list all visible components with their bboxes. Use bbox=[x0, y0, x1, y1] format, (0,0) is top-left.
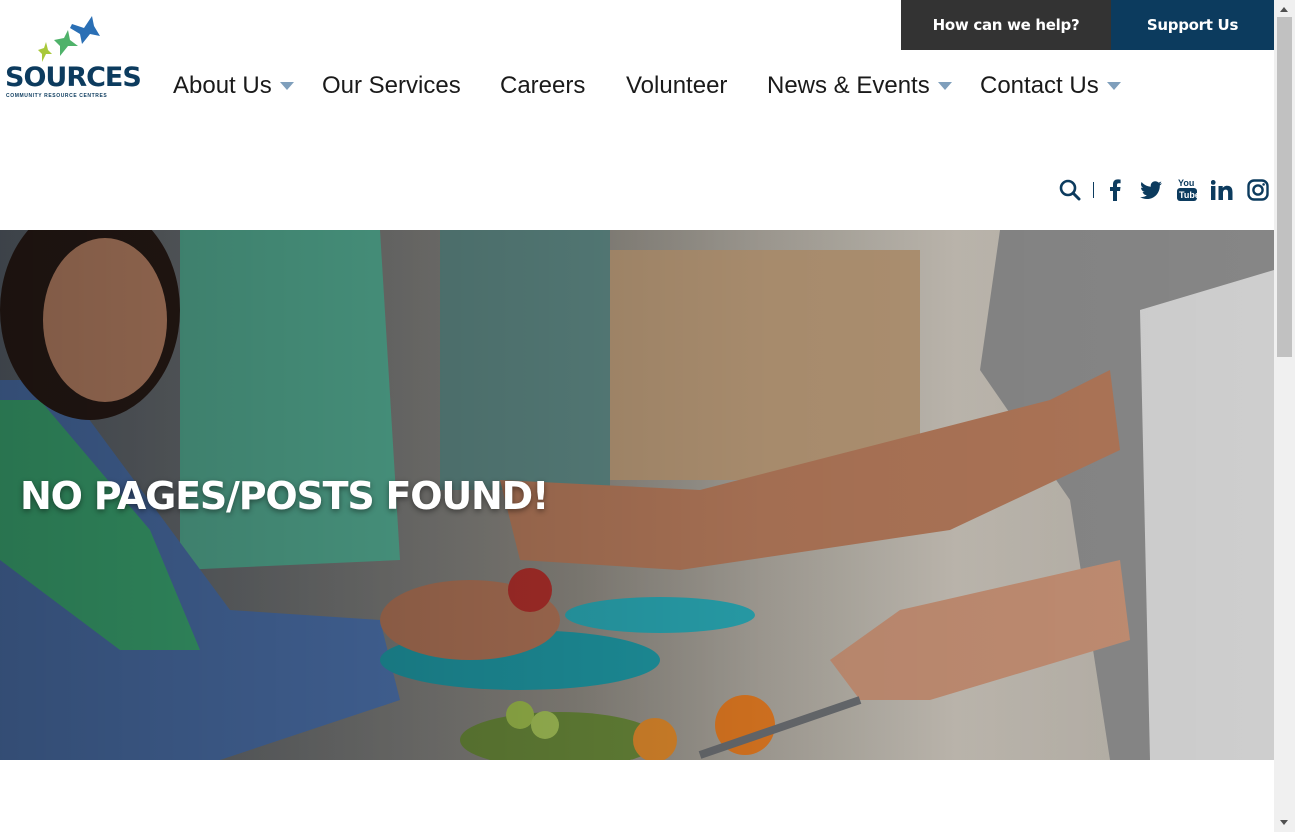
divider bbox=[1093, 182, 1094, 198]
scroll-up-icon[interactable] bbox=[1280, 7, 1288, 12]
scrollbar-thumb[interactable] bbox=[1277, 17, 1292, 357]
nav-volunteer[interactable]: Volunteer bbox=[626, 70, 727, 102]
youtube-icon[interactable]: You Tube bbox=[1175, 176, 1199, 204]
nav-news-events[interactable]: News & Events bbox=[767, 70, 930, 102]
scroll-down-icon[interactable] bbox=[1280, 820, 1288, 825]
svg-text:Tube: Tube bbox=[1179, 190, 1198, 200]
linkedin-icon[interactable] bbox=[1210, 176, 1234, 204]
how-can-we-help-button[interactable]: How can we help? bbox=[901, 0, 1111, 50]
support-us-button[interactable]: Support Us bbox=[1111, 0, 1274, 50]
search-icon[interactable] bbox=[1058, 176, 1082, 204]
hero-banner: NO PAGES/POSTS FOUND! bbox=[0, 230, 1274, 760]
logo-tagline: COMMUNITY RESOURCE CENTRES bbox=[6, 93, 108, 99]
nav-contact-us[interactable]: Contact Us bbox=[980, 70, 1099, 102]
svg-text:You: You bbox=[1178, 178, 1194, 188]
about-us-dropdown-icon[interactable] bbox=[280, 82, 294, 90]
instagram-icon[interactable] bbox=[1246, 176, 1270, 204]
news-events-dropdown-icon[interactable] bbox=[938, 82, 952, 90]
twitter-icon[interactable] bbox=[1139, 176, 1163, 204]
page-title: NO PAGES/POSTS FOUND! bbox=[20, 474, 549, 518]
site-logo[interactable]: SOURCES COMMUNITY RESOURCE CENTRES bbox=[4, 14, 142, 104]
contact-us-dropdown-icon[interactable] bbox=[1107, 82, 1121, 90]
nav-careers[interactable]: Careers bbox=[500, 70, 585, 102]
nav-about-us[interactable]: About Us bbox=[173, 70, 272, 102]
utility-bar: How can we help? Support Us bbox=[901, 0, 1274, 50]
facebook-icon[interactable] bbox=[1106, 176, 1124, 204]
birds-logo-icon bbox=[38, 16, 100, 62]
logo-wordmark: SOURCES bbox=[5, 62, 142, 93]
nav-our-services[interactable]: Our Services bbox=[322, 70, 461, 102]
vertical-scrollbar[interactable] bbox=[1274, 0, 1295, 832]
